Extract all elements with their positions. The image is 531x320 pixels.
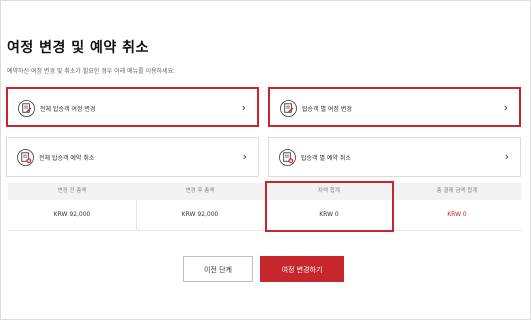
page-title: 여정 변경 및 예약 취소 [7, 40, 149, 56]
chevron-right-icon: › [504, 150, 509, 163]
document-cancel-icon [279, 149, 296, 166]
chevron-right-icon: › [503, 101, 508, 114]
summary-header-before-total: 변경 전 총액 [57, 188, 87, 194]
card-cancel-per-passenger-reservation[interactable]: 탑승객 별 예약 취소 › [268, 137, 521, 177]
card-cancel-all-reservation[interactable]: 전체 탑승객 예약 취소 › [6, 137, 259, 177]
summary-value-before-total: KRW 92,000 [53, 211, 91, 218]
card-change-all-itinerary[interactable]: 전체 탑승객 여정 변경 › [6, 87, 259, 127]
summary-header-after-total: 변경 후 총액 [185, 188, 215, 194]
difference-highlight [265, 181, 394, 232]
document-cancel-icon [17, 149, 34, 166]
card-label: 탑승객 별 여정 변경 [302, 106, 352, 113]
chevron-right-icon: › [241, 101, 246, 114]
previous-step-button[interactable]: 이전 단계 [183, 256, 253, 282]
summary-header-grand-total: 총 결제 금액 합계 [436, 188, 478, 194]
change-itinerary-button[interactable]: 여정 변경하기 [260, 256, 344, 282]
chevron-right-icon: › [242, 150, 247, 163]
card-label: 탑승객 별 예약 취소 [301, 155, 351, 162]
summary-value-after-total: KRW 92,000 [181, 211, 219, 218]
document-edit-icon [280, 100, 297, 117]
card-label: 전체 탑승객 여정 변경 [40, 106, 96, 113]
document-edit-icon [18, 100, 35, 117]
card-label: 전체 탑승객 예약 취소 [39, 155, 95, 162]
card-change-per-passenger-itinerary[interactable]: 탑승객 별 여정 변경 › [268, 87, 521, 127]
summary-value-grand-total: KRW 0 [447, 211, 467, 218]
page-subtitle: 예약하신 여정 변경 및 취소가 필요한 경우 아래 메뉴를 이용하세요. [7, 68, 176, 75]
